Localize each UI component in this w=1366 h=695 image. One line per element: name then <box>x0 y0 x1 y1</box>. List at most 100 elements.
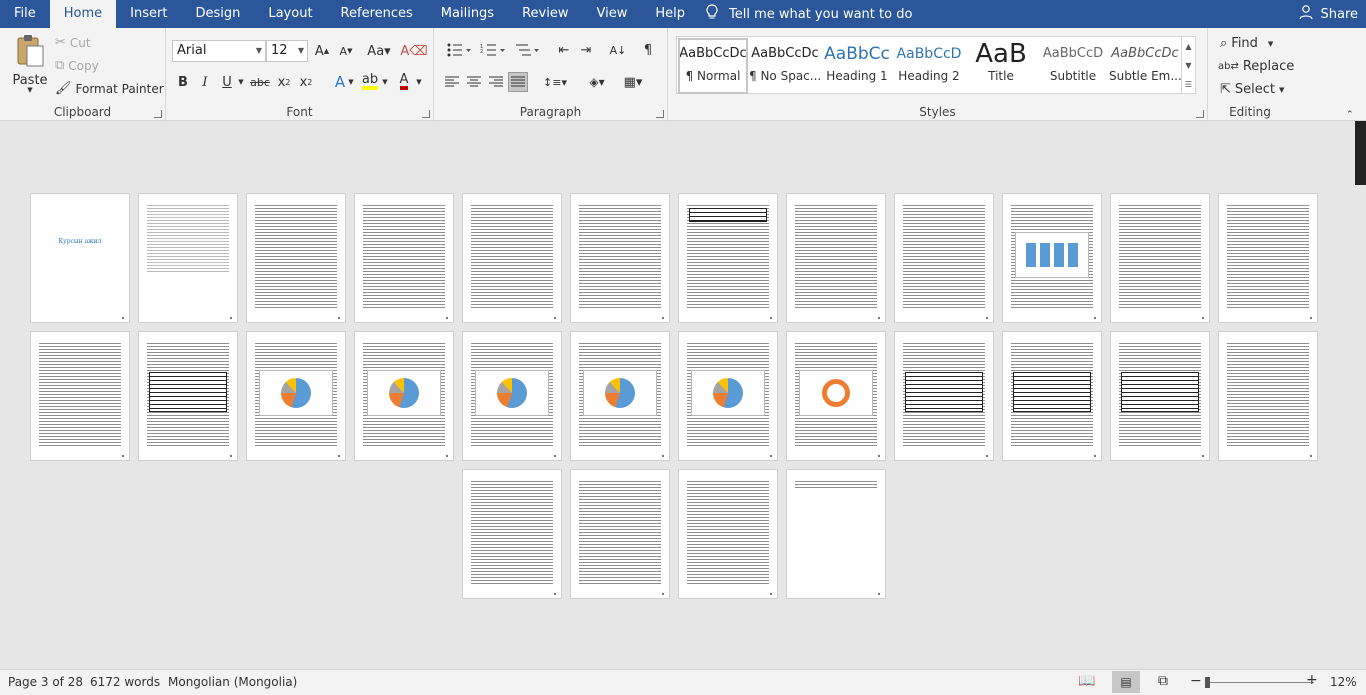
page-thumbnail[interactable] <box>894 193 994 323</box>
styles-dialog-launcher-icon[interactable] <box>1196 110 1204 118</box>
align-center-icon[interactable] <box>464 72 484 92</box>
read-mode-icon[interactable]: 📖 <box>1078 673 1095 689</box>
multilevel-list-icon[interactable] <box>512 40 542 60</box>
style-normal[interactable]: AaBbCcDc ¶ Normal <box>677 37 749 95</box>
numbering-icon[interactable]: 12 <box>478 40 508 60</box>
page-thumbnail[interactable] <box>354 331 454 461</box>
zoom-in-icon[interactable]: + <box>1306 672 1318 688</box>
page-thumbnail[interactable]: Курсын ажил <box>30 193 130 323</box>
more-styles-icon[interactable]: ☰ <box>1181 75 1195 94</box>
page-thumbnail[interactable] <box>678 331 778 461</box>
underline-icon[interactable]: U <box>217 72 237 92</box>
page-thumbnail[interactable] <box>570 331 670 461</box>
change-case-icon[interactable]: Aa▾ <box>364 41 394 61</box>
font-color-icon[interactable]: A <box>394 72 414 92</box>
style-subtitle[interactable]: AaBbCcD Subtitle <box>1037 37 1109 95</box>
increase-indent-icon[interactable]: ⇥ <box>576 40 596 60</box>
page-thumbnail[interactable] <box>1002 331 1102 461</box>
borders-icon[interactable]: ▦▾ <box>618 72 648 92</box>
page-thumbnail[interactable] <box>570 193 670 323</box>
find-button[interactable]: ⌕ Find ▼ <box>1220 36 1273 51</box>
subscript-icon[interactable]: x2 <box>274 72 294 92</box>
chevron-down-icon[interactable]: ▼ <box>414 72 424 92</box>
collapse-ribbon-icon[interactable]: ⌃ <box>1346 110 1354 120</box>
tab-mailings[interactable]: Mailings <box>427 0 508 28</box>
page-thumbnail[interactable] <box>786 193 886 323</box>
tab-references[interactable]: References <box>327 0 427 28</box>
page-thumbnail[interactable] <box>678 469 778 599</box>
page-thumbnail[interactable] <box>246 331 346 461</box>
share-button[interactable]: Share <box>1298 0 1358 28</box>
zoom-level[interactable]: 12% <box>1330 675 1357 689</box>
page-count[interactable]: Page 3 of 28 <box>8 675 83 689</box>
font-name-combo[interactable]: Arial ▼ <box>172 40 266 62</box>
pilcrow-icon[interactable]: ¶ <box>638 40 658 60</box>
tab-design[interactable]: Design <box>181 0 254 28</box>
page-thumbnail[interactable] <box>678 193 778 323</box>
page-thumbnail[interactable] <box>1218 193 1318 323</box>
style-no-spacing[interactable]: AaBbCcDc ¶ No Spac... <box>749 37 821 95</box>
cut-button[interactable]: ✂ Cut <box>55 35 91 50</box>
tab-insert[interactable]: Insert <box>116 0 181 28</box>
style-heading-2[interactable]: AaBbCcD Heading 2 <box>893 37 965 95</box>
select-button[interactable]: ⇱ Select ▼ <box>1220 82 1284 97</box>
zoom-out-icon[interactable]: − <box>1190 673 1202 689</box>
align-right-icon[interactable] <box>486 72 506 92</box>
highlight-icon[interactable]: ab <box>360 72 380 92</box>
justify-icon[interactable] <box>508 72 528 92</box>
chevron-down-icon[interactable]: ▼ <box>236 72 246 92</box>
tab-layout[interactable]: Layout <box>254 0 326 28</box>
clear-formatting-icon[interactable]: A⌫ <box>400 41 427 61</box>
line-spacing-icon[interactable]: ↕≡▾ <box>540 72 570 92</box>
tab-view[interactable]: View <box>582 0 641 28</box>
sort-icon[interactable]: A↓ <box>608 40 628 60</box>
tab-review[interactable]: Review <box>508 0 582 28</box>
chevron-down-icon[interactable]: ▼ <box>380 72 390 92</box>
page-thumbnail[interactable] <box>894 331 994 461</box>
page-thumbnail[interactable] <box>138 193 238 323</box>
replace-button[interactable]: ab⇄ Replace <box>1218 59 1294 74</box>
page-thumbnail[interactable] <box>30 331 130 461</box>
strikethrough-icon[interactable]: abc <box>250 72 270 92</box>
page-thumbnail[interactable] <box>462 331 562 461</box>
page-thumbnail[interactable] <box>246 193 346 323</box>
chevron-down-icon[interactable]: ▼ <box>346 72 356 92</box>
page-thumbnail[interactable] <box>462 469 562 599</box>
print-layout-icon[interactable]: ▤ <box>1112 671 1140 693</box>
page-thumbnail[interactable] <box>138 331 238 461</box>
zoom-slider-track[interactable] <box>1206 682 1314 683</box>
page-thumbnail[interactable] <box>1002 193 1102 323</box>
page-thumbnail[interactable] <box>462 193 562 323</box>
superscript-icon[interactable]: x2 <box>296 72 316 92</box>
web-layout-icon[interactable]: ⧉ <box>1158 673 1168 689</box>
italic-icon[interactable]: I <box>195 72 215 92</box>
page-thumbnail[interactable] <box>786 331 886 461</box>
shrink-font-icon[interactable]: A ▼ <box>336 41 356 61</box>
word-count[interactable]: 6172 words <box>90 675 160 689</box>
zoom-slider-thumb[interactable] <box>1205 677 1210 688</box>
format-painter-button[interactable]: 🖌 Format Painter <box>55 81 164 96</box>
page-thumbnail[interactable] <box>1110 193 1210 323</box>
shading-icon[interactable]: ◈▾ <box>582 72 612 92</box>
style-subtle-emphasis[interactable]: AaBbCcDc Subtle Em... <box>1109 37 1182 95</box>
style-heading-1[interactable]: AaBbCc Heading 1 <box>821 37 893 95</box>
paragraph-dialog-launcher-icon[interactable] <box>656 110 664 118</box>
font-size-combo[interactable]: 12 ▼ <box>266 40 308 62</box>
bold-icon[interactable]: B <box>173 72 193 92</box>
chevron-up-icon[interactable]: ▲ <box>1181 37 1195 56</box>
bullets-icon[interactable] <box>444 40 474 60</box>
tell-me-box[interactable]: Tell me what you want to do <box>705 4 912 24</box>
align-left-icon[interactable] <box>442 72 462 92</box>
page-thumbnail[interactable] <box>570 469 670 599</box>
tab-file[interactable]: File <box>0 0 50 28</box>
style-title[interactable]: AaB Title <box>965 37 1037 95</box>
font-dialog-launcher-icon[interactable] <box>422 110 430 118</box>
page-thumbnail[interactable] <box>354 193 454 323</box>
page-thumbnail[interactable] <box>1218 331 1318 461</box>
paste-button[interactable]: Paste ▼ <box>10 34 50 94</box>
grow-font-icon[interactable]: A ▲ <box>312 41 332 61</box>
tab-help[interactable]: Help <box>641 0 699 28</box>
language-indicator[interactable]: Mongolian (Mongolia) <box>168 675 297 689</box>
chevron-down-icon[interactable]: ▼ <box>1181 56 1195 75</box>
clipboard-dialog-launcher-icon[interactable] <box>154 110 162 118</box>
